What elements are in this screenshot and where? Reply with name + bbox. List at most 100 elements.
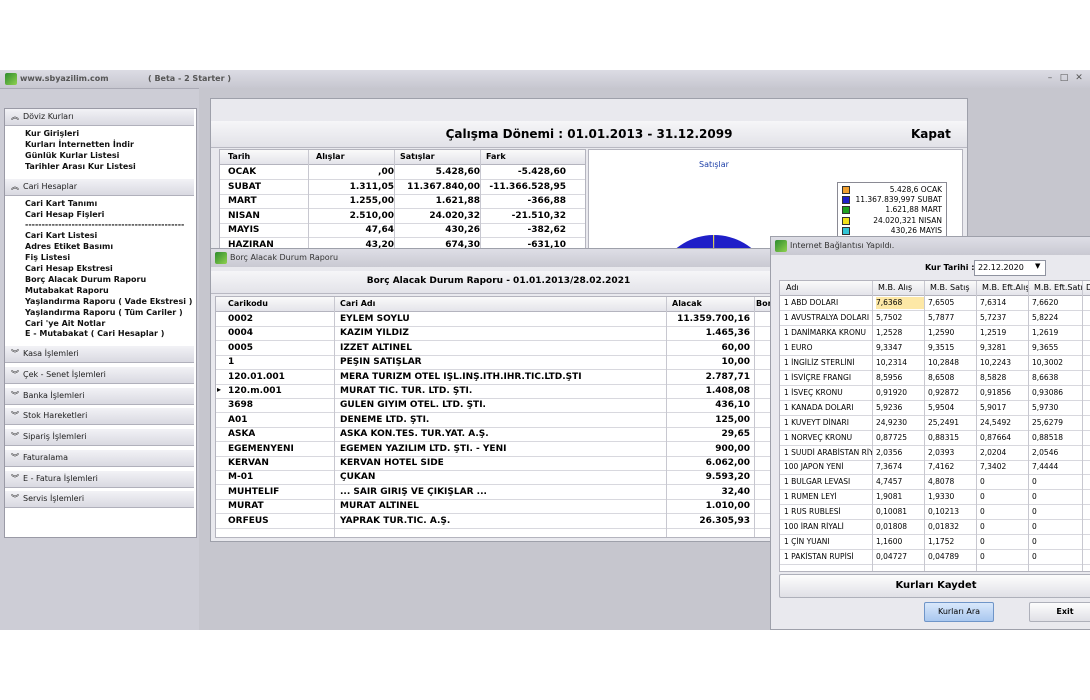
sidebar-item[interactable]: Cari Hesap Fişleri [25,210,104,220]
sidebar-item[interactable]: Tarihler Arası Kur Listesi [25,162,136,172]
borc-alacak-cell: 9.593,20 [705,472,750,483]
maximize-icon[interactable]: □ [1059,73,1069,83]
borc-alacak-cell: 6.062,00 [705,458,750,468]
rate-cell: 0,01832 [928,522,960,532]
sidebar-item[interactable]: Fiş Listesi [25,253,70,263]
sidebar-section-5[interactable]: ︾ Stok Hareketleri [5,408,194,426]
sidebar-section-label: Çek - Senet İşlemleri [23,370,106,379]
currency-name-cell: 1 RUS RUBLESİ [784,507,841,517]
borc-alacak-cell: 26.305,93 [699,515,750,526]
rate-cell: 0,93086 [1032,387,1064,397]
minimize-icon[interactable]: – [1045,73,1055,83]
sidebar-item[interactable]: Mutabakat Raporu [25,286,109,296]
borc-alacak-cell: 900,00 [715,443,750,454]
chevron-down-icon[interactable]: ︾ [11,429,19,445]
sidebar-item[interactable]: Cari Kart Tanımı [25,199,97,209]
chevron-up-icon[interactable]: ︽ [11,179,19,195]
row-divider [216,354,787,356]
chevron-down-icon[interactable]: ︾ [11,408,19,424]
sidebar-item[interactable]: Günlük Kurlar Listesi [25,151,119,161]
legend-label: 11.367.839,997 SUBAT [855,195,942,205]
rate-cell: 5,7502 [876,312,903,322]
close-button[interactable]: Kapat [911,127,951,141]
rate-cell[interactable]: 7,6368 [876,297,924,309]
sidebar-item[interactable]: ----------------------------------------… [25,220,184,230]
rate-cell: 10,2314 [876,357,908,367]
borc-cari-adi-cell: MURAT ALTINEL [340,501,419,512]
legend-swatch [842,196,850,205]
rate-cell: 8,5956 [876,372,903,382]
rate-cell: 5,9236 [876,402,903,412]
sidebar-section-2[interactable]: ︾ Kasa İşlemleri [5,346,194,364]
row-divider [780,504,1090,506]
borc-carikodu-cell: KERVAN [228,458,269,468]
col-divider [872,281,873,571]
rate-cell: 8,6508 [928,372,955,382]
sidebar-item[interactable]: E - Mutabakat ( Cari Hesaplar ) [25,329,164,339]
sidebar-item[interactable]: Cari Hesap Ekstresi [25,264,113,274]
chevron-down-icon[interactable]: ▼ [1035,262,1040,270]
currency-name-cell: 100 İRAN RİYALİ [784,522,844,532]
calisma-cell: 47,64 [365,225,394,236]
chevron-down-icon[interactable]: ︾ [11,367,19,383]
sidebar-section-6[interactable]: ︾ Sipariş İşlemleri [5,429,194,447]
sidebar-section-8[interactable]: ︾ E - Fatura İşlemleri [5,470,194,488]
sidebar-item[interactable]: Adres Etiket Basımı [25,242,113,252]
sidebar-section-4[interactable]: ︾ Banka İşlemleri [5,387,194,405]
col-cari-adi: Cari Adı [340,299,376,308]
chevron-down-icon[interactable]: ︾ [11,471,19,487]
rate-cell: 2,0546 [1032,447,1059,457]
sidebar-item[interactable]: Yaşlandırma Raporu ( Tüm Cariler ) [25,308,183,318]
chevron-down-icon[interactable]: ︾ [11,491,19,507]
row-divider [780,310,1090,311]
sidebar-section-0[interactable]: ︽ Döviz Kurları [5,109,194,126]
legend-swatch [842,216,850,225]
sidebar-section-1[interactable]: ︽ Cari Hesaplar [5,178,194,196]
borc-cari-adi-cell: DENEME LTD. ŞTİ. [340,414,430,425]
borc-cari-adi-cell: KERVAN HOTEL SİDE [340,458,444,468]
borc-carikodu-cell: MURAT [228,501,264,512]
col-satislar: Satışlar [400,152,435,161]
calisma-cell: SUBAT [228,181,262,192]
sidebar-section-9[interactable]: ︾ Servis İşlemleri [5,491,194,509]
currency-name-cell: 1 ABD DOLARI [784,298,839,307]
close-icon[interactable]: ✕ [1074,73,1084,83]
chevron-down-icon[interactable]: ︾ [11,346,19,362]
sidebar-section-7[interactable]: ︾ Faturalama [5,449,194,467]
kur-date-picker[interactable]: 22.12.2020 ▼ [974,260,1046,276]
row-divider [216,412,787,414]
row-divider [780,324,1090,326]
exit-button[interactable]: Exit [1029,602,1090,622]
borc-carikodu-cell: ASKA [228,429,256,440]
chevron-down-icon[interactable]: ︾ [11,450,19,466]
borc-titlebar: Borç Alacak Durum Raporu [211,249,786,267]
legend-swatch [842,206,850,215]
chevron-up-icon[interactable]: ︽ [11,109,19,125]
currency-name-cell: 1 AVUSTRALYA DOLARI [784,312,870,322]
sidebar-item[interactable]: Cari Kart Listesi [25,231,97,241]
borc-cari-adi-cell: ASKA KON.TES. TUR.YAT. A.Ş. [340,429,489,440]
sidebar-item[interactable]: Kurları İnternetten İndir [25,140,134,150]
borc-alacak-cell: 1.408,08 [705,386,750,396]
row-divider [220,179,585,180]
row-divider [780,384,1090,386]
rate-cell: 0,92872 [928,387,960,397]
row-divider [780,519,1090,521]
sidebar-item[interactable]: Yaşlandırma Raporu ( Vade Ekstresi ) [25,297,192,307]
chevron-down-icon[interactable]: ︾ [11,388,19,404]
sby-logo-icon [215,252,227,264]
currency-name-cell: 1 BULGAR LEVASI [784,477,851,487]
sidebar-section-label: Stok Hareketleri [23,411,88,421]
sidebar-item[interactable]: Borç Alacak Durum Raporu [25,275,146,285]
rate-cell: 0,88315 [928,432,960,442]
search-rates-button[interactable]: Kurları Ara [924,602,994,622]
currency-name-cell: 1 EURO [784,342,813,352]
sidebar-item[interactable]: Kur Girişleri [25,129,79,139]
row-divider [216,513,787,515]
sidebar-item[interactable]: Cari 'ye Ait Notlar [25,319,105,329]
row-divider [216,426,787,428]
rate-cell: 0,87725 [876,432,908,442]
kur-grid: Adı M.B. Alış M.B. Satış M.B. Eft.Alış M… [779,280,1090,572]
save-rates-button[interactable]: Kurları Kaydet [779,574,1090,598]
sidebar-section-3[interactable]: ︾ Çek - Senet İşlemleri [5,367,194,384]
